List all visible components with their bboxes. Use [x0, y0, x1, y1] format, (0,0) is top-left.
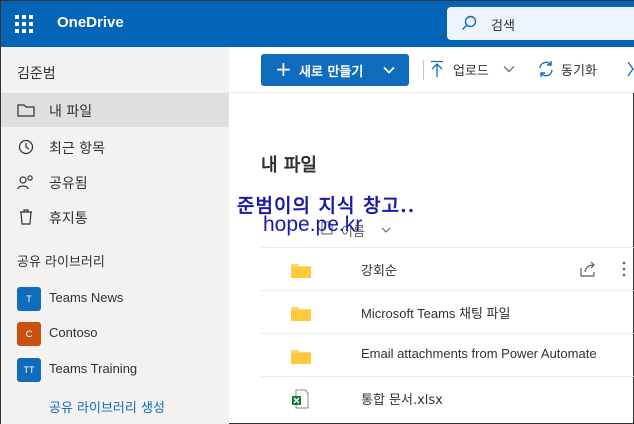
page-title: 내 파일 — [261, 155, 317, 176]
file-row[interactable]: 강회순 — [261, 247, 634, 290]
library-badge: TT — [17, 358, 41, 382]
search-box[interactable]: 검색 — [447, 7, 634, 40]
library-badge: T — [17, 287, 41, 311]
divider — [423, 60, 424, 80]
share-icon[interactable] — [579, 260, 597, 278]
search-icon — [462, 15, 477, 30]
more-commands-icon[interactable] — [627, 60, 634, 78]
file-name[interactable]: 강회순 — [361, 260, 397, 279]
sync-icon — [539, 61, 553, 77]
file-name[interactable]: Email attachments from Power Automate — [361, 346, 597, 361]
file-row[interactable]: 통합 문서.xlsx — [261, 376, 634, 419]
people-icon — [17, 175, 33, 190]
file-name[interactable]: Microsoft Teams 채팅 파일 — [361, 303, 510, 322]
nav-label: 휴지통 — [49, 211, 88, 227]
upload-button[interactable]: 업로드 — [453, 60, 489, 79]
library-item-teams-news[interactable]: T Teams News — [1, 283, 229, 315]
library-item-teams-training[interactable]: TT Teams Training — [1, 354, 229, 386]
more-options-icon[interactable] — [621, 260, 627, 278]
top-bar: OneDrive 검색 — [1, 1, 634, 47]
main-content: 내 파일 이름 준범이의 지식 창고.. hope.pe.kr 강회순 Micr… — [229, 93, 634, 424]
app-launcher-icon[interactable] — [15, 15, 33, 33]
trash-icon — [20, 209, 32, 225]
nav-item-recent[interactable]: 최근 항목 — [1, 130, 229, 164]
plus-icon: + — [275, 57, 292, 81]
nav-label: 최근 항목 — [49, 141, 105, 157]
file-row[interactable]: Microsoft Teams 채팅 파일 — [261, 290, 634, 333]
app-title[interactable]: OneDrive — [57, 14, 124, 31]
nav-label: 내 파일 — [49, 104, 93, 120]
library-label: Teams News — [49, 290, 124, 305]
folder-icon — [291, 350, 311, 364]
file-row[interactable]: Email attachments from Power Automate — [261, 333, 634, 376]
sync-button[interactable]: 동기화 — [561, 60, 597, 79]
file-name[interactable]: 통합 문서.xlsx — [361, 389, 443, 408]
shared-libraries-title: 공유 라이브러리 — [17, 255, 105, 270]
excel-file-icon — [292, 389, 309, 409]
user-name: 김준범 — [17, 66, 56, 82]
folder-icon — [17, 104, 35, 117]
new-button[interactable]: + 새로 만들기 — [261, 54, 409, 86]
chevron-down-icon[interactable] — [381, 225, 391, 235]
library-item-contoso[interactable]: C Contoso — [1, 318, 229, 350]
nav-label: 공유됨 — [49, 176, 88, 192]
history-icon — [18, 139, 34, 155]
new-button-label: 새로 만들기 — [299, 65, 364, 80]
search-input[interactable]: 검색 — [491, 15, 515, 34]
folder-icon — [291, 307, 311, 321]
nav-item-recycle-bin[interactable]: 휴지통 — [1, 200, 229, 234]
library-label: Teams Training — [49, 361, 138, 376]
create-shared-library-link[interactable]: 공유 라이브러리 생성 — [49, 397, 165, 416]
nav-item-shared[interactable]: 공유됨 — [1, 165, 229, 199]
chevron-down-icon[interactable] — [503, 63, 515, 75]
library-label: Contoso — [49, 325, 98, 340]
upload-icon — [431, 60, 443, 77]
watermark-url: hope.pe.kr — [263, 213, 363, 236]
library-badge: C — [17, 322, 41, 346]
command-bar: + 새로 만들기 업로드 동기화 — [229, 47, 634, 93]
sidebar: 김준범 내 파일 최근 항목 공유됨 휴지통 공유 라이브러리 T Teams … — [1, 47, 229, 424]
folder-icon — [291, 264, 311, 278]
chevron-down-icon — [383, 66, 395, 74]
nav-item-my-files[interactable]: 내 파일 — [1, 93, 229, 127]
